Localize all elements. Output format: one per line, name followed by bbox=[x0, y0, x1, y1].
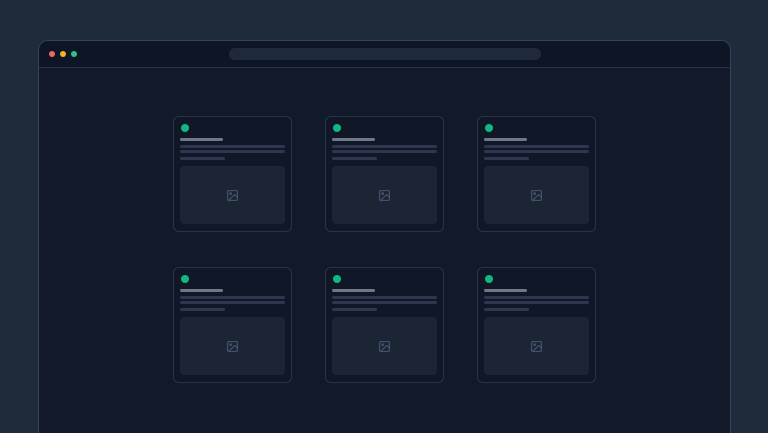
image-icon bbox=[378, 189, 391, 202]
skeleton-line-bar bbox=[484, 301, 589, 304]
browser-titlebar bbox=[39, 41, 730, 68]
card[interactable] bbox=[325, 116, 444, 232]
image-placeholder bbox=[332, 166, 437, 224]
image-icon bbox=[530, 189, 543, 202]
skeleton-line-bar bbox=[332, 308, 377, 311]
skeleton-line-bar bbox=[332, 301, 437, 304]
skeleton-title-bar bbox=[484, 289, 527, 292]
skeleton-title-bar bbox=[180, 138, 223, 141]
skeleton-line-bar bbox=[332, 145, 437, 148]
skeleton-title-bar bbox=[180, 289, 223, 292]
skeleton-line-bar bbox=[332, 296, 437, 299]
card-grid bbox=[39, 116, 730, 383]
skeleton-line-bar bbox=[180, 296, 285, 299]
image-placeholder bbox=[180, 166, 285, 224]
card[interactable] bbox=[173, 116, 292, 232]
browser-window bbox=[38, 40, 731, 433]
image-icon bbox=[530, 340, 543, 353]
card[interactable] bbox=[173, 267, 292, 383]
skeleton-line-bar bbox=[484, 150, 589, 153]
url-bar[interactable] bbox=[229, 48, 541, 60]
minimize-icon[interactable] bbox=[60, 51, 66, 57]
card[interactable] bbox=[477, 267, 596, 383]
close-icon[interactable] bbox=[49, 51, 55, 57]
skeleton-line-bar bbox=[484, 145, 589, 148]
status-dot-icon bbox=[485, 275, 493, 283]
traffic-lights bbox=[49, 51, 77, 57]
status-dot-icon bbox=[333, 124, 341, 132]
skeleton-title-bar bbox=[332, 289, 375, 292]
skeleton-line-bar bbox=[484, 308, 529, 311]
image-icon bbox=[226, 189, 239, 202]
card[interactable] bbox=[477, 116, 596, 232]
skeleton-line-bar bbox=[180, 150, 285, 153]
image-placeholder bbox=[484, 317, 589, 375]
status-dot-icon bbox=[181, 275, 189, 283]
status-dot-icon bbox=[181, 124, 189, 132]
image-icon bbox=[226, 340, 239, 353]
skeleton-line-bar bbox=[180, 157, 225, 160]
skeleton-line-bar bbox=[332, 150, 437, 153]
skeleton-title-bar bbox=[332, 138, 375, 141]
page-content bbox=[39, 68, 730, 433]
skeleton-line-bar bbox=[180, 301, 285, 304]
skeleton-line-bar bbox=[332, 157, 377, 160]
skeleton-line-bar bbox=[180, 145, 285, 148]
skeleton-line-bar bbox=[484, 157, 529, 160]
zoom-icon[interactable] bbox=[71, 51, 77, 57]
image-icon bbox=[378, 340, 391, 353]
skeleton-line-bar bbox=[484, 296, 589, 299]
image-placeholder bbox=[332, 317, 437, 375]
card[interactable] bbox=[325, 267, 444, 383]
skeleton-line-bar bbox=[180, 308, 225, 311]
skeleton-title-bar bbox=[484, 138, 527, 141]
status-dot-icon bbox=[485, 124, 493, 132]
image-placeholder bbox=[180, 317, 285, 375]
status-dot-icon bbox=[333, 275, 341, 283]
image-placeholder bbox=[484, 166, 589, 224]
